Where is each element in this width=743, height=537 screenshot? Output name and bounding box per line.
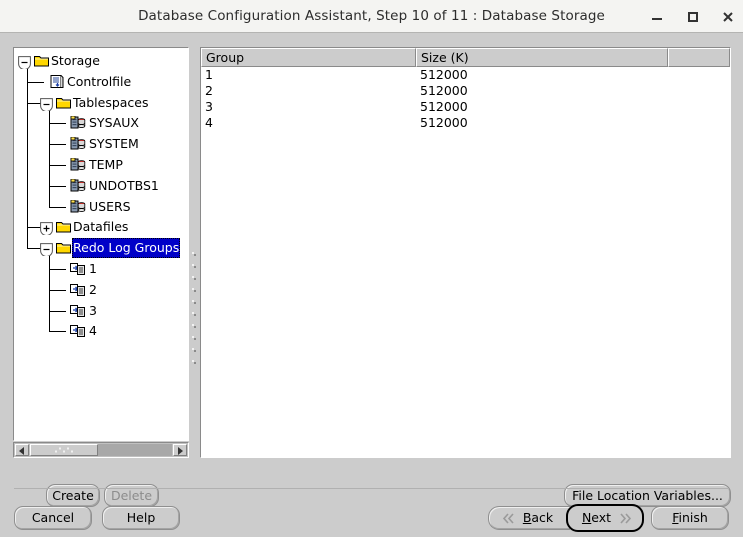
cell-group: 3	[205, 99, 213, 114]
collapse-minus-icon[interactable]	[40, 242, 53, 258]
help-button[interactable]: Help	[102, 506, 180, 530]
scrollbar-thumb[interactable]	[30, 444, 98, 456]
tree-node[interactable]: 1	[14, 259, 188, 279]
scroll-left-icon[interactable]	[15, 444, 29, 456]
next-button[interactable]: Next	[566, 504, 644, 532]
cell-extra	[668, 115, 730, 131]
redolog-group-icon	[70, 301, 88, 321]
cell-extra	[668, 67, 730, 83]
folder-icon	[33, 51, 51, 71]
tree-node-label: SYSAUX	[89, 115, 139, 131]
tree-node-label: UNDOTBS1	[89, 177, 159, 193]
finish-button-label: Finish	[672, 510, 708, 525]
double-chevron-right-icon	[620, 513, 632, 524]
tablespace-icon	[70, 155, 88, 175]
finish-button[interactable]: Finish	[651, 506, 729, 530]
tree-horizontal-scrollbar[interactable]	[13, 442, 189, 458]
title-bar: Database Configuration Assistant, Step 1…	[0, 0, 743, 33]
collapse-minus-icon[interactable]	[40, 97, 53, 112]
tree-node-label: Storage	[51, 53, 100, 68]
tree-node[interactable]: UNDOTBS1	[14, 176, 188, 196]
tree-node-label: 3	[89, 302, 97, 318]
tree-node-label: SYSTEM	[89, 136, 139, 152]
tree-node-label: 4	[89, 323, 97, 339]
cell-size: 512000	[420, 99, 468, 114]
tree-node[interactable]: Storage	[14, 51, 188, 71]
cell-extra	[668, 83, 730, 99]
table-column-header[interactable]: Size (K)	[416, 48, 668, 67]
table-row[interactable]: 4 512000	[201, 115, 730, 131]
storage-tree-panel[interactable]: Storage Controlfile Tablespaces SYSAUX SYSTE…	[13, 47, 189, 441]
cell-group: 2	[205, 83, 213, 98]
storage-tree: Storage Controlfile Tablespaces SYSAUX SYSTE…	[14, 48, 188, 440]
redo-log-groups-table-panel[interactable]: Group Size (K) 1 512000 2 512000 3 512000 4 5120…	[200, 47, 731, 458]
tree-node-label: Tablespaces	[73, 94, 149, 110]
scroll-right-icon[interactable]	[173, 444, 187, 456]
folder-icon	[55, 217, 73, 237]
tree-node[interactable]: SYSTEM	[14, 134, 188, 154]
tree-node-label: Controlfile	[67, 73, 132, 89]
tablespace-icon	[70, 176, 88, 196]
cancel-button[interactable]: Cancel	[14, 506, 92, 530]
tree-node-label: 1	[89, 261, 97, 276]
folder-icon	[55, 93, 73, 113]
minimize-icon[interactable]	[648, 8, 666, 26]
table-row[interactable]: 2 512000	[201, 83, 730, 99]
wizard-navigation-bar: Cancel Help Back Next Finish	[0, 489, 743, 537]
tree-node[interactable]: TEMP	[14, 155, 188, 175]
table-row[interactable]: 3 512000	[201, 99, 730, 115]
redolog-group-icon	[70, 259, 88, 279]
table-column-header[interactable]: Group	[201, 48, 416, 67]
back-button-label: Back	[522, 510, 558, 525]
cell-size: 512000	[420, 67, 468, 82]
tree-node[interactable]: Redo Log Groups	[14, 238, 188, 259]
window-title: Database Configuration Assistant, Step 1…	[138, 8, 605, 24]
back-button[interactable]: Back	[488, 506, 570, 530]
back-next-button-group: Back Next	[488, 504, 644, 532]
expand-plus-icon[interactable]	[40, 221, 53, 237]
double-chevron-left-icon	[502, 513, 514, 524]
close-icon[interactable]	[719, 8, 737, 26]
table-body[interactable]: 1 512000 2 512000 3 512000 4 512000	[201, 67, 730, 457]
collapse-minus-icon[interactable]	[18, 55, 31, 70]
table-header-row: Group Size (K)	[201, 48, 730, 67]
tree-node[interactable]: USERS	[14, 197, 188, 217]
tree-node-label: USERS	[89, 198, 131, 214]
tree-node[interactable]: Controlfile	[14, 72, 188, 92]
tablespace-icon	[70, 113, 88, 133]
tree-node[interactable]: Tablespaces	[14, 93, 188, 113]
tree-node[interactable]: 2	[14, 280, 188, 300]
redolog-group-icon	[70, 321, 88, 341]
cell-size: 512000	[420, 115, 468, 130]
table-row[interactable]: 1 512000	[201, 67, 730, 83]
folder-icon	[55, 238, 73, 258]
tree-node[interactable]: SYSAUX	[14, 113, 188, 133]
divider-grip-icon	[192, 252, 196, 364]
tree-node[interactable]: 3	[14, 301, 188, 321]
tree-node[interactable]: Datafiles	[14, 217, 188, 237]
dialog-content: Storage Controlfile Tablespaces SYSAUX SYSTE…	[0, 33, 743, 537]
cell-group: 1	[205, 67, 213, 82]
cell-extra	[668, 99, 730, 115]
tree-node-label: 2	[89, 281, 97, 297]
cell-size: 512000	[420, 83, 468, 98]
tree-node-label: TEMP	[89, 157, 123, 172]
dialog-window: Database Configuration Assistant, Step 1…	[0, 0, 743, 537]
cell-group: 4	[205, 115, 213, 130]
help-button-label: Help	[126, 510, 156, 525]
tree-node-label: Datafiles	[73, 219, 129, 235]
table-column-header[interactable]	[668, 48, 730, 67]
cancel-button-label: Cancel	[31, 510, 75, 525]
tree-node[interactable]: 4	[14, 321, 188, 341]
maximize-icon[interactable]	[684, 8, 702, 26]
tablespace-icon	[70, 134, 88, 154]
redolog-group-icon	[70, 280, 88, 300]
scrollbar-track[interactable]	[30, 444, 172, 456]
controlfile-icon	[48, 72, 66, 92]
split-pane-divider[interactable]	[190, 47, 198, 458]
next-button-label: Next	[581, 510, 616, 525]
tablespace-icon	[70, 197, 88, 217]
tree-node-label: Redo Log Groups	[72, 238, 181, 259]
